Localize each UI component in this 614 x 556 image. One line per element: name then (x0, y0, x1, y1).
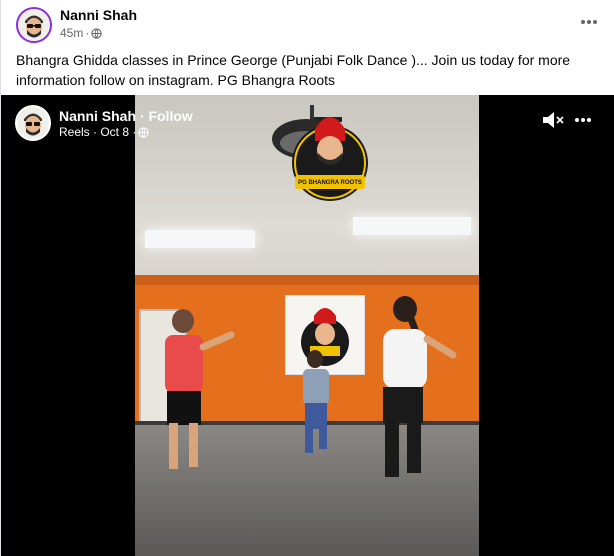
more-horizontal-icon (575, 118, 591, 122)
dancer-red-shirt (165, 309, 235, 469)
author-avatar[interactable] (16, 7, 52, 43)
post-more-button[interactable] (575, 10, 603, 34)
ceiling-light (353, 217, 471, 235)
globe-icon (138, 126, 149, 138)
video-more-button[interactable] (569, 109, 597, 131)
video-meta-text: Reels · Oct 8 · (59, 125, 137, 139)
more-horizontal-icon (581, 20, 597, 24)
author-name[interactable]: Nanni Shah (60, 7, 137, 23)
video-frame: PG BHANGRA ROOTS (135, 95, 479, 556)
video-author-follow[interactable]: Nanni Shah · Follow (59, 108, 193, 124)
post-meta: 45m · (60, 26, 102, 40)
post-time[interactable]: 45m (60, 26, 83, 40)
post-header: Nanni Shah 45m · (1, 0, 614, 48)
globe-icon (91, 27, 102, 39)
feed-post: Nanni Shah 45m · Bhangra Ghidda classes … (0, 0, 614, 556)
ceiling-light (145, 230, 255, 248)
reel-video[interactable]: PG BHANGRA ROOTS Nanni Shah · Follow Ree… (1, 95, 614, 556)
video-author-avatar[interactable] (15, 105, 51, 141)
post-caption: Bhangra Ghidda classes in Prince George … (16, 52, 571, 88)
avatar-cartoon-icon (18, 9, 50, 41)
video-meta: Reels · Oct 8 · (59, 125, 149, 139)
meta-separator: · (85, 26, 90, 40)
dancer-white-shirt (383, 296, 457, 477)
speaker-muted-icon[interactable] (541, 109, 565, 131)
logo-text: PG BHANGRA ROOTS (298, 180, 362, 186)
avatar-cartoon-icon (17, 107, 49, 139)
dancer-child (303, 350, 329, 453)
